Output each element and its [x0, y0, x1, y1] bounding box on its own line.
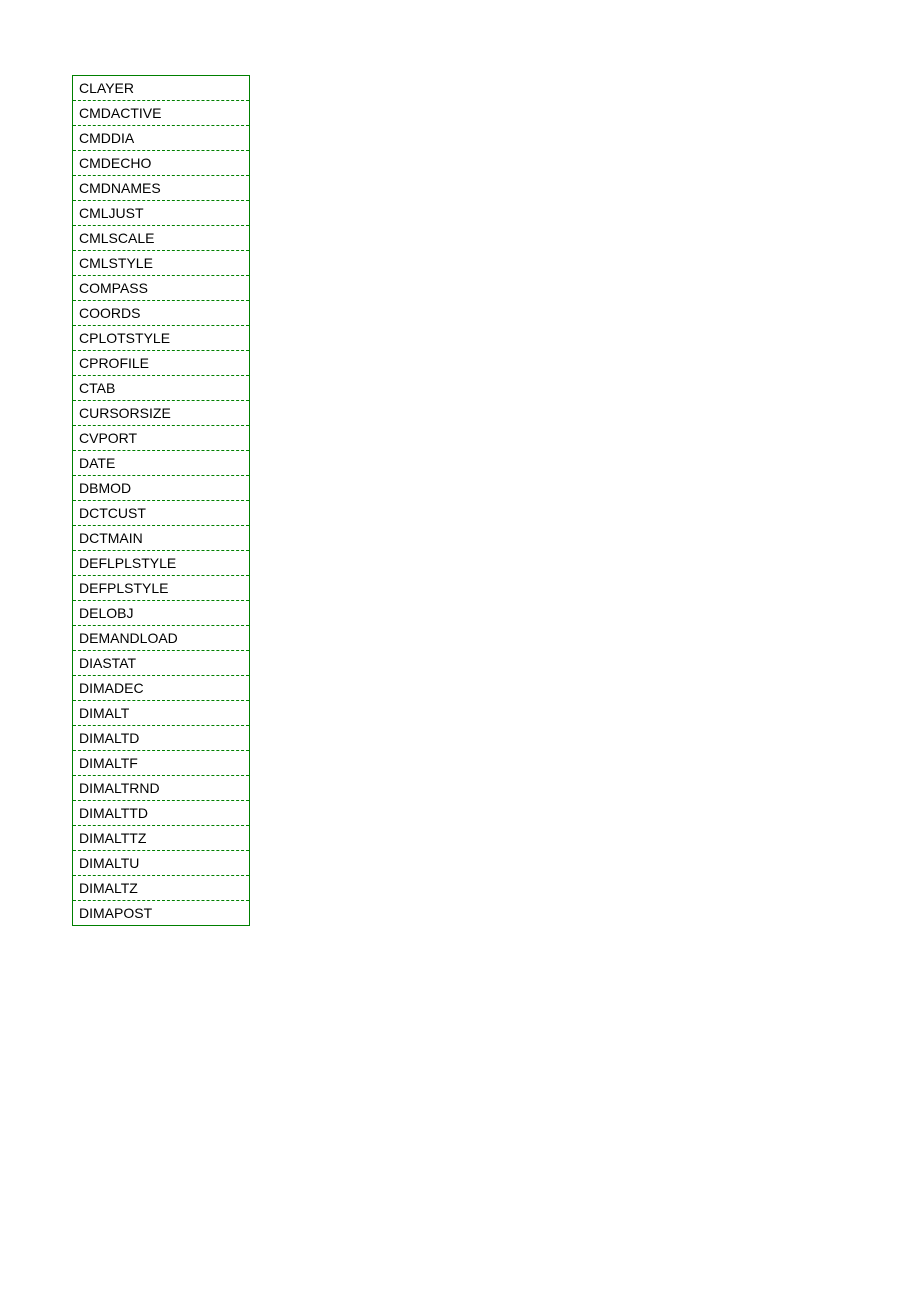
- list-item[interactable]: CMLSCALE: [73, 226, 249, 251]
- list-item[interactable]: DIMADEC: [73, 676, 249, 701]
- list-item[interactable]: DIMAPOST: [73, 901, 249, 925]
- list-item[interactable]: DIMALTRND: [73, 776, 249, 801]
- list-item[interactable]: CMLJUST: [73, 201, 249, 226]
- list-item[interactable]: CPROFILE: [73, 351, 249, 376]
- list-item[interactable]: CLAYER: [73, 76, 249, 101]
- list-item[interactable]: DCTMAIN: [73, 526, 249, 551]
- list-item[interactable]: DEFLPLSTYLE: [73, 551, 249, 576]
- list-item[interactable]: CMDACTIVE: [73, 101, 249, 126]
- list-item[interactable]: CTAB: [73, 376, 249, 401]
- list-item[interactable]: DEFPLSTYLE: [73, 576, 249, 601]
- list-item[interactable]: DIMALTF: [73, 751, 249, 776]
- list-item[interactable]: DIMALTU: [73, 851, 249, 876]
- list-item[interactable]: DBMOD: [73, 476, 249, 501]
- list-item[interactable]: DATE: [73, 451, 249, 476]
- list-item[interactable]: CMLSTYLE: [73, 251, 249, 276]
- list-item[interactable]: DCTCUST: [73, 501, 249, 526]
- list-item[interactable]: CMDECHO: [73, 151, 249, 176]
- list-item[interactable]: CMDNAMES: [73, 176, 249, 201]
- list-item[interactable]: COORDS: [73, 301, 249, 326]
- list-item[interactable]: DELOBJ: [73, 601, 249, 626]
- list-item[interactable]: DIMALTTD: [73, 801, 249, 826]
- list-item[interactable]: DIMALTTZ: [73, 826, 249, 851]
- list-item[interactable]: DIMALTD: [73, 726, 249, 751]
- list-item[interactable]: DEMANDLOAD: [73, 626, 249, 651]
- list-item[interactable]: DIMALTZ: [73, 876, 249, 901]
- list-item[interactable]: CVPORT: [73, 426, 249, 451]
- list-item[interactable]: CPLOTSTYLE: [73, 326, 249, 351]
- list-item[interactable]: DIASTAT: [73, 651, 249, 676]
- list-item[interactable]: CURSORSIZE: [73, 401, 249, 426]
- list-item[interactable]: COMPASS: [73, 276, 249, 301]
- list-item[interactable]: CMDDIA: [73, 126, 249, 151]
- variable-list: CLAYERCMDACTIVECMDDIACMDECHOCMDNAMESCMLJ…: [72, 75, 250, 926]
- list-item[interactable]: DIMALT: [73, 701, 249, 726]
